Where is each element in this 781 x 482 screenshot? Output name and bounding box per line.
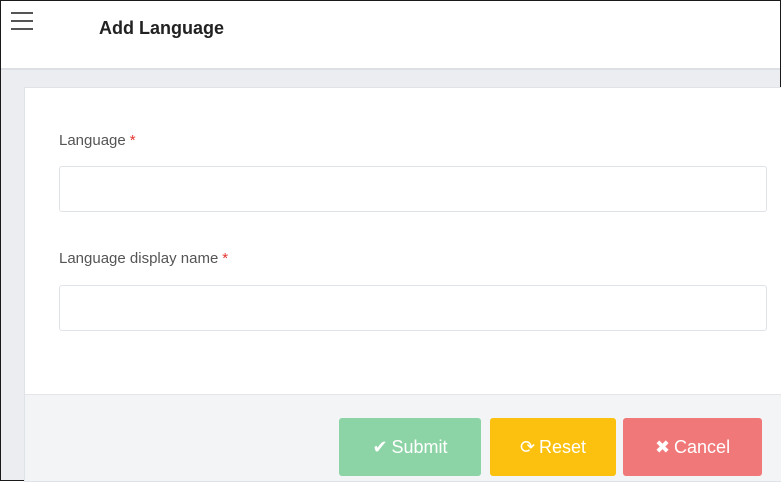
- page-title: Add Language: [99, 18, 224, 38]
- close-icon: ✖: [654, 436, 671, 457]
- menu-icon[interactable]: [11, 12, 33, 30]
- reset-label: Reset: [539, 436, 587, 457]
- language-display-name-label: Language display name *: [59, 250, 228, 267]
- refresh-icon: ⟳: [519, 436, 536, 457]
- language-label-text: Language: [59, 132, 126, 149]
- language-display-name-input[interactable]: [59, 285, 767, 331]
- reset-button[interactable]: ⟳ Reset: [490, 418, 616, 476]
- cancel-button[interactable]: ✖ Cancel: [623, 418, 762, 476]
- form-actions: ✔ Submit ⟳ Reset ✖ Cancel: [25, 394, 781, 481]
- cancel-label: Cancel: [674, 436, 731, 457]
- submit-button[interactable]: ✔ Submit: [339, 418, 481, 476]
- required-marker: *: [129, 132, 136, 149]
- form-card: Language * Language display name * ✔ Submit…: [24, 87, 781, 482]
- required-marker: *: [222, 250, 229, 267]
- form-body: Language * Language display name *: [25, 88, 781, 394]
- language-display-name-label-text: Language display name: [59, 250, 219, 267]
- header-bar: Add Language: [1, 1, 780, 70]
- language-label: Language *: [59, 132, 136, 149]
- checkmark-icon: ✔: [372, 436, 388, 457]
- language-input[interactable]: [59, 166, 767, 212]
- submit-label: Submit: [391, 436, 448, 457]
- app-window: Add Language Language * Language display …: [0, 0, 781, 482]
